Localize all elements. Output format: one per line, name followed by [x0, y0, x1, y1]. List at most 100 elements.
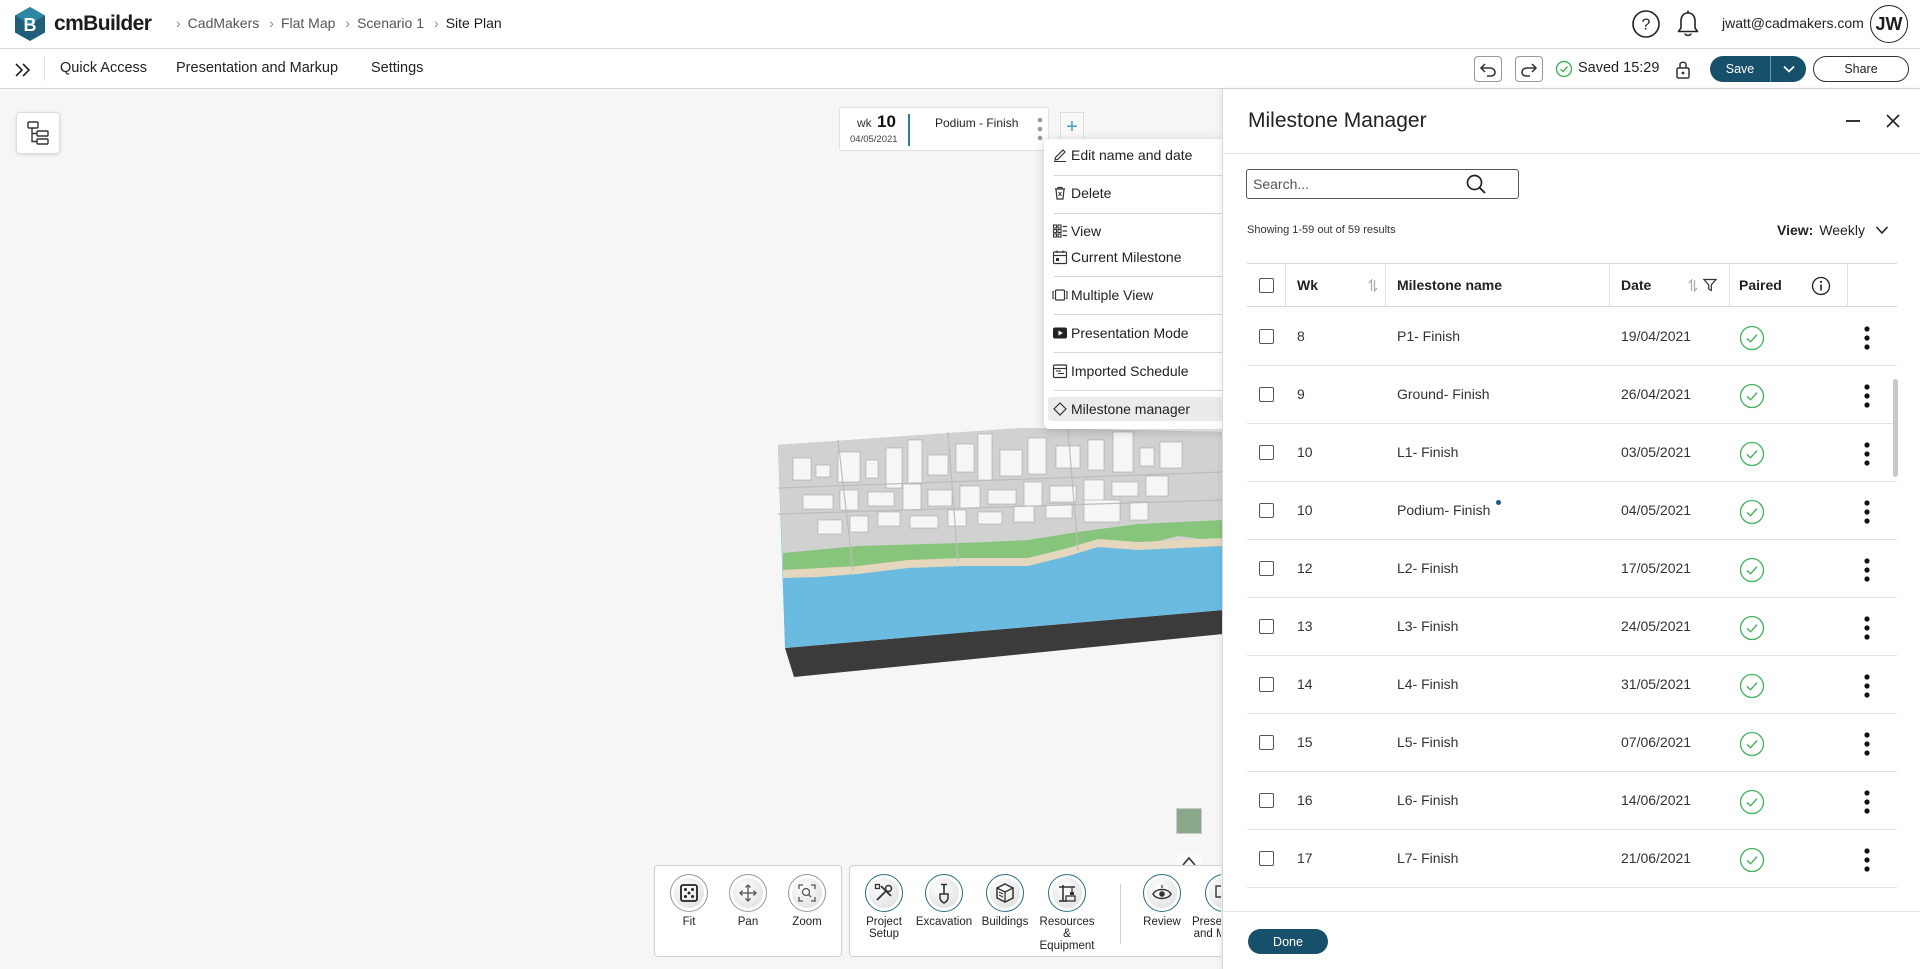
undo-button[interactable] [1474, 56, 1502, 82]
table-scrollbar[interactable] [1893, 379, 1898, 477]
row-checkbox[interactable] [1259, 503, 1274, 518]
menu-item-imported-schedule[interactable]: Imported Schedule [1048, 359, 1243, 383]
project-setup-tool[interactable]: Project Setup [852, 874, 916, 940]
divider [1054, 352, 1239, 353]
resources-equipment-tool[interactable]: Resources & Equipment [1035, 874, 1099, 952]
fit-tool[interactable]: Fit [657, 874, 721, 928]
share-button[interactable]: Share [1813, 56, 1909, 82]
row-checkbox[interactable] [1259, 793, 1274, 808]
column-header-paired[interactable]: Paired [1739, 277, 1782, 293]
select-all-checkbox[interactable] [1259, 278, 1274, 293]
sort-icon[interactable] [1367, 278, 1379, 293]
menu-item-label: Edit name and date [1071, 147, 1193, 163]
column-header-milestone-name[interactable]: Milestone name [1397, 277, 1502, 293]
lock-icon[interactable] [1673, 58, 1693, 80]
row-checkbox[interactable] [1259, 735, 1274, 750]
divider [44, 57, 45, 81]
more-vertical-icon[interactable] [1863, 383, 1871, 409]
row-checkbox[interactable] [1259, 387, 1274, 402]
breadcrumb-item[interactable]: Scenario 1 [353, 15, 428, 31]
view-label: View: [1777, 222, 1814, 238]
help-icon[interactable]: ? [1630, 8, 1662, 40]
tool-label: Excavation [915, 916, 973, 928]
saved-check-icon [1555, 60, 1573, 78]
view-mode-select[interactable]: View: Weekly [1777, 222, 1889, 238]
cmbuilder-logo-icon[interactable]: B [12, 6, 48, 42]
row-checkbox[interactable] [1259, 851, 1274, 866]
presentation-markup-tool[interactable]: Presentation and Markup [1192, 874, 1221, 940]
menu-bar: Quick Access Presentation and Markup Set… [0, 49, 1920, 89]
add-milestone-button[interactable]: + [1060, 112, 1084, 142]
minimize-icon[interactable] [1846, 120, 1860, 122]
menu-item-current-milestone[interactable]: Current Milestone [1048, 245, 1243, 269]
expand-sidebar-icon[interactable] [12, 59, 34, 81]
column-header-wk[interactable]: Wk [1297, 277, 1318, 293]
milestone-chip[interactable]: wk 10 04/05/2021 Podium - Finish [839, 107, 1049, 151]
table-row[interactable]: 9 Ground- Finish 26/04/2021 [1247, 366, 1897, 424]
search-icon[interactable] [1465, 173, 1487, 195]
review-tool[interactable]: Review [1130, 874, 1194, 928]
menu-settings[interactable]: Settings [371, 60, 423, 76]
more-vertical-icon[interactable] [1863, 673, 1871, 699]
row-checkbox[interactable] [1259, 561, 1274, 576]
more-vertical-icon[interactable] [1863, 325, 1871, 351]
pan-tool[interactable]: Pan [716, 874, 780, 928]
filter-icon[interactable] [1703, 278, 1717, 292]
more-vertical-icon[interactable] [1863, 557, 1871, 583]
menu-item-label: Presentation Mode [1071, 325, 1189, 341]
close-icon[interactable] [1885, 113, 1901, 129]
tool-label: Project Setup [866, 916, 902, 940]
more-vertical-icon[interactable] [1863, 615, 1871, 641]
breadcrumb-item[interactable]: Flat Map [277, 15, 339, 31]
table-row[interactable]: 8 P1- Finish 19/04/2021 [1247, 308, 1897, 366]
table-row[interactable]: 13 L3- Finish 24/05/2021 [1247, 598, 1897, 656]
saved-status: Saved 15:29 [1578, 60, 1660, 76]
menu-item-edit-name-date[interactable]: Edit name and date [1048, 143, 1243, 167]
basemap-thumbnail[interactable] [1176, 808, 1202, 834]
table-row[interactable]: 12 L2- Finish 17/05/2021 [1247, 540, 1897, 598]
more-vertical-icon[interactable] [1863, 731, 1871, 757]
menu-quick-access[interactable]: Quick Access [60, 60, 147, 76]
sort-icon[interactable] [1687, 278, 1699, 293]
more-vertical-icon[interactable] [1863, 441, 1871, 467]
table-row[interactable]: 17 L7- Finish 21/06/2021 [1247, 830, 1897, 888]
row-checkbox[interactable] [1259, 619, 1274, 634]
milestone-date: 04/05/2021 [850, 134, 898, 145]
table-row[interactable]: 10 Podium- Finish 04/05/2021 [1247, 482, 1897, 540]
done-button[interactable]: Done [1248, 929, 1328, 954]
menu-item-delete[interactable]: Delete [1048, 181, 1243, 205]
column-header-date[interactable]: Date [1621, 277, 1651, 293]
row-checkbox[interactable] [1259, 445, 1274, 460]
more-vertical-icon[interactable] [1863, 499, 1871, 525]
redo-icon [1521, 63, 1538, 77]
row-checkbox[interactable] [1259, 329, 1274, 344]
model-tree-button[interactable] [16, 112, 60, 154]
table-row[interactable]: 16 L6- Finish 14/06/2021 [1247, 772, 1897, 830]
menu-item-milestone-manager[interactable]: Milestone manager [1048, 397, 1243, 421]
buildings-tool[interactable]: Buildings [973, 874, 1037, 928]
table-row[interactable]: 14 L4- Finish 31/05/2021 [1247, 656, 1897, 714]
site-map-3d-model[interactable] [778, 420, 1223, 690]
info-icon[interactable] [1811, 276, 1831, 296]
notification-bell-icon[interactable] [1672, 8, 1704, 40]
menu-item-view[interactable]: View › [1048, 219, 1243, 243]
table-row[interactable]: 10 L1- Finish 03/05/2021 [1247, 424, 1897, 482]
menu-item-multiple-view[interactable]: Multiple View [1048, 283, 1243, 307]
redo-button[interactable] [1515, 56, 1543, 82]
row-checkbox[interactable] [1259, 677, 1274, 692]
current-milestone-dot [1496, 500, 1502, 505]
trash-icon [1055, 186, 1065, 200]
save-options-dropdown[interactable] [1770, 56, 1806, 82]
menu-item-presentation-mode[interactable]: Presentation Mode › [1048, 321, 1243, 345]
excavation-tool[interactable]: Excavation [912, 874, 976, 928]
zoom-tool[interactable]: Zoom [775, 874, 839, 928]
more-vertical-icon[interactable] [1863, 789, 1871, 815]
save-button[interactable]: Save [1710, 56, 1770, 82]
user-email: jwatt@cadmakers.com [1722, 15, 1864, 31]
menu-presentation-markup[interactable]: Presentation and Markup [176, 60, 338, 76]
breadcrumb-item[interactable]: CadMakers [184, 15, 264, 31]
user-avatar[interactable]: JW [1870, 5, 1908, 43]
more-vertical-icon[interactable] [1863, 847, 1871, 873]
more-options-icon[interactable] [1036, 116, 1044, 142]
table-row[interactable]: 15 L5- Finish 07/06/2021 [1247, 714, 1897, 772]
